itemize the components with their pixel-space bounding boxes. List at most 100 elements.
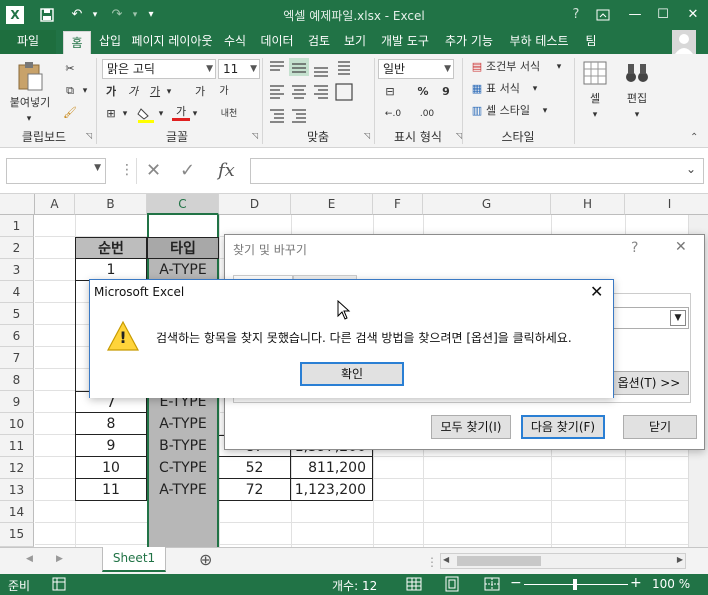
chevron-down-icon[interactable]: ▾ bbox=[530, 80, 540, 98]
cell-styles-button[interactable]: 셀 스타일 bbox=[486, 102, 546, 120]
copy-icon[interactable]: ⧉ bbox=[62, 82, 78, 100]
chevron-down-icon[interactable]: ▾ bbox=[540, 102, 550, 120]
border-dropdown-icon[interactable]: ▾ bbox=[120, 105, 130, 123]
tab-data[interactable]: 데이터 bbox=[256, 30, 298, 54]
row-header[interactable]: 10 bbox=[0, 413, 34, 435]
tab-home[interactable]: 홈 bbox=[63, 31, 91, 54]
table-cell[interactable]: A-TYPE bbox=[147, 413, 219, 435]
column-header-i[interactable]: I bbox=[625, 194, 708, 215]
row-header[interactable]: 1 bbox=[0, 215, 34, 237]
horizontal-scrollbar[interactable]: ◀ ▶ bbox=[440, 553, 686, 569]
tab-view[interactable]: 보기 bbox=[340, 30, 370, 54]
name-box[interactable]: ▼ bbox=[6, 158, 106, 184]
insert-function-icon[interactable]: fx bbox=[218, 160, 235, 181]
column-header-g[interactable]: G bbox=[423, 194, 551, 215]
help-icon[interactable]: ? bbox=[565, 5, 587, 25]
page-layout-view-icon[interactable] bbox=[444, 576, 460, 592]
find-dialog-close[interactable]: ✕ bbox=[675, 239, 687, 255]
row-header[interactable]: 4 bbox=[0, 281, 34, 303]
row-header[interactable]: 8 bbox=[0, 369, 34, 391]
font-color-dropdown-icon[interactable]: ▾ bbox=[190, 105, 200, 123]
row-header[interactable]: 6 bbox=[0, 325, 34, 347]
enter-icon[interactable]: ✓ bbox=[180, 160, 195, 181]
row-header[interactable]: 2 bbox=[0, 237, 34, 259]
table-cell[interactable]: 10 bbox=[75, 457, 147, 479]
sheet-prev-icon[interactable]: ◀ bbox=[26, 554, 33, 564]
normal-view-icon[interactable] bbox=[406, 576, 422, 592]
row-header[interactable]: 12 bbox=[0, 457, 34, 479]
accounting-format-icon[interactable]: ⊟ bbox=[378, 83, 402, 101]
row-header[interactable]: 9 bbox=[0, 391, 34, 413]
shrink-font-button[interactable]: 가 bbox=[214, 83, 234, 101]
cells-icon[interactable] bbox=[582, 60, 608, 86]
table-cell[interactable]: 72 bbox=[219, 479, 291, 501]
sheet-tab-sheet1[interactable]: Sheet1 bbox=[102, 547, 166, 572]
collapse-ribbon-icon[interactable]: ⌃ bbox=[690, 132, 698, 143]
row-header[interactable]: 13 bbox=[0, 479, 34, 501]
percent-button[interactable]: % bbox=[414, 83, 432, 101]
row-header[interactable]: 14 bbox=[0, 501, 34, 523]
decrease-decimal-button[interactable]: .00 bbox=[412, 105, 442, 123]
column-header-f[interactable]: F bbox=[373, 194, 423, 215]
page-break-view-icon[interactable] bbox=[484, 576, 500, 592]
add-sheet-icon[interactable]: ⊕ bbox=[199, 550, 212, 569]
expand-formula-icon[interactable]: ⌄ bbox=[686, 162, 696, 176]
macro-record-icon[interactable] bbox=[52, 577, 66, 591]
tab-team[interactable]: 팀 bbox=[580, 30, 602, 54]
font-launcher-icon[interactable]: ◹ bbox=[252, 131, 258, 140]
table-cell[interactable]: 1 bbox=[75, 259, 147, 281]
alignment-launcher-icon[interactable]: ◹ bbox=[364, 131, 370, 140]
row-header[interactable]: 5 bbox=[0, 303, 34, 325]
table-cell[interactable]: 11 bbox=[75, 479, 147, 501]
column-header-c[interactable]: C bbox=[147, 194, 219, 215]
phonetic-button[interactable]: 내천 bbox=[216, 105, 242, 123]
tab-review[interactable]: 검토 bbox=[304, 30, 334, 54]
chevron-down-icon[interactable]: ▾ bbox=[630, 106, 644, 124]
italic-button[interactable]: 가 bbox=[124, 83, 142, 101]
find-all-button[interactable]: 모두 찾기(I) bbox=[431, 415, 511, 439]
scroll-right-icon[interactable]: ▶ bbox=[677, 555, 683, 564]
zoom-out-button[interactable]: − bbox=[510, 575, 522, 591]
select-all-corner[interactable] bbox=[0, 194, 35, 215]
formula-input[interactable] bbox=[250, 158, 704, 184]
find-next-button[interactable]: 다음 찾기(F) bbox=[521, 415, 605, 439]
cancel-icon[interactable]: ✕ bbox=[146, 160, 161, 181]
fill-color-icon[interactable] bbox=[136, 106, 156, 124]
close-window-button[interactable]: ✕ bbox=[682, 5, 704, 25]
chevron-down-icon[interactable]: ▾ bbox=[554, 58, 564, 76]
table-cell[interactable]: C-TYPE bbox=[147, 457, 219, 479]
format-painter-icon[interactable]: 🖌 bbox=[62, 104, 78, 122]
tab-formulas[interactable]: 수식 bbox=[220, 30, 250, 54]
row-header[interactable]: 3 bbox=[0, 259, 34, 281]
column-header-e[interactable]: E bbox=[291, 194, 373, 215]
row-header[interactable]: 15 bbox=[0, 523, 34, 547]
scroll-thumb[interactable] bbox=[457, 556, 541, 566]
column-header-b[interactable]: B bbox=[75, 194, 147, 215]
font-color-button[interactable]: 가 bbox=[172, 103, 190, 121]
column-header-a[interactable]: A bbox=[35, 194, 75, 215]
row-header[interactable]: 7 bbox=[0, 347, 34, 369]
account-avatar[interactable] bbox=[672, 30, 696, 54]
options-button[interactable]: 옵션(T) >> bbox=[609, 371, 689, 395]
font-size-combo[interactable]: 11 ▼ bbox=[218, 59, 260, 79]
scroll-left-icon[interactable]: ◀ bbox=[443, 555, 449, 564]
ribbon-display-icon[interactable] bbox=[592, 5, 614, 25]
underline-dropdown-icon[interactable]: ▾ bbox=[164, 83, 174, 101]
tab-file[interactable]: 파일 bbox=[0, 30, 56, 54]
tab-insert[interactable]: 삽입 bbox=[95, 30, 125, 54]
grow-font-button[interactable]: 가 bbox=[190, 83, 210, 101]
fill-color-dropdown-icon[interactable]: ▾ bbox=[156, 105, 166, 123]
table-cell[interactable]: 52 bbox=[219, 457, 291, 479]
sheet-next-icon[interactable]: ▶ bbox=[56, 554, 63, 564]
table-cell[interactable]: A-TYPE bbox=[147, 479, 219, 501]
zoom-slider-thumb[interactable] bbox=[573, 579, 577, 590]
tab-developer[interactable]: 개발 도구 bbox=[376, 30, 434, 54]
table-cell[interactable]: 8 bbox=[75, 413, 147, 435]
message-dialog-close[interactable]: ✕ bbox=[590, 282, 603, 301]
table-cell[interactable]: 1,123,200 bbox=[291, 479, 373, 501]
minimize-button[interactable]: — bbox=[624, 5, 646, 25]
table-cell[interactable]: A-TYPE bbox=[147, 259, 219, 281]
find-dialog-help[interactable]: ? bbox=[631, 240, 638, 256]
row-header[interactable]: 11 bbox=[0, 435, 34, 457]
cut-icon[interactable]: ✂ bbox=[62, 60, 78, 78]
